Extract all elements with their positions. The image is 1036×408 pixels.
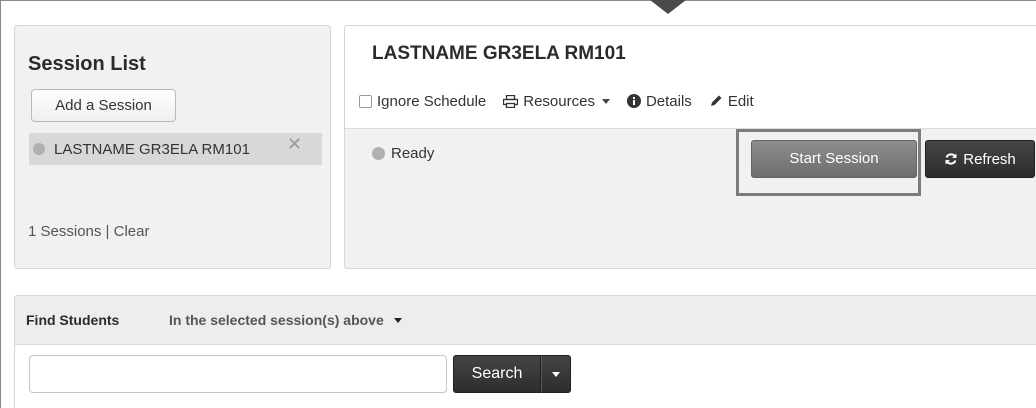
find-students-label: Find Students: [26, 312, 120, 328]
session-detail-panel: LASTNAME GR3ELA RM101 Ignore Schedule Re…: [344, 25, 1036, 269]
session-list-panel: Session List Add a Session LASTNAME GR3E…: [14, 25, 331, 269]
chevron-down-icon: [552, 371, 560, 377]
refresh-icon: [945, 153, 957, 165]
session-toolbar: Ignore Schedule Resources Details Edit: [359, 90, 771, 112]
info-icon: [626, 94, 641, 108]
session-footer: 1 Sessions | Clear: [28, 223, 149, 240]
session-item-label: LASTNAME GR3ELA RM101: [54, 140, 250, 158]
resources-label: Resources: [523, 92, 595, 110]
printer-icon: [503, 94, 519, 108]
status-label: Ready: [391, 145, 435, 162]
ignore-schedule-toggle[interactable]: Ignore Schedule: [359, 93, 486, 110]
find-students-panel: Find Students In the selected session(s)…: [14, 295, 1036, 408]
session-list-title: Session List: [28, 53, 146, 75]
session-count: 1 Sessions: [28, 223, 102, 240]
edit-label: Edit: [727, 92, 754, 110]
search-options-toggle[interactable]: [541, 355, 571, 393]
chevron-down-icon: [393, 317, 402, 323]
details-button[interactable]: Details: [626, 92, 692, 110]
refresh-button[interactable]: Refresh: [925, 140, 1035, 178]
pointer-notch: [650, 0, 686, 14]
session-detail-header: LASTNAME GR3ELA RM101 Ignore Schedule Re…: [345, 26, 1036, 129]
footer-separator: |: [101, 223, 114, 240]
status-dot-icon: [33, 143, 45, 155]
start-session-button[interactable]: Start Session: [751, 140, 917, 178]
refresh-label: Refresh: [963, 150, 1016, 168]
add-session-button[interactable]: Add a Session: [31, 89, 176, 122]
ignore-schedule-checkbox[interactable]: [359, 94, 372, 108]
ignore-schedule-label: Ignore Schedule: [377, 92, 487, 110]
session-title: LASTNAME GR3ELA RM101: [372, 43, 626, 64]
find-students-bar: Find Students In the selected session(s)…: [15, 296, 1036, 345]
status-dot-icon: [372, 147, 385, 160]
session-status: Ready: [372, 145, 434, 162]
clear-sessions-link[interactable]: Clear: [114, 223, 150, 240]
session-list-item[interactable]: LASTNAME GR3ELA RM101 ✕: [29, 133, 322, 165]
details-label: Details: [645, 92, 692, 110]
search-scope-label: In the selected session(s) above: [169, 312, 384, 328]
resources-dropdown[interactable]: Resources: [503, 93, 610, 110]
remove-session-icon[interactable]: ✕: [287, 135, 302, 153]
chevron-down-icon: [601, 98, 610, 104]
search-button[interactable]: Search: [453, 355, 541, 393]
search-scope-dropdown[interactable]: In the selected session(s) above: [169, 312, 402, 328]
edit-button[interactable]: Edit: [709, 93, 754, 110]
pencil-icon: [710, 95, 722, 106]
student-search-input[interactable]: [29, 355, 447, 393]
